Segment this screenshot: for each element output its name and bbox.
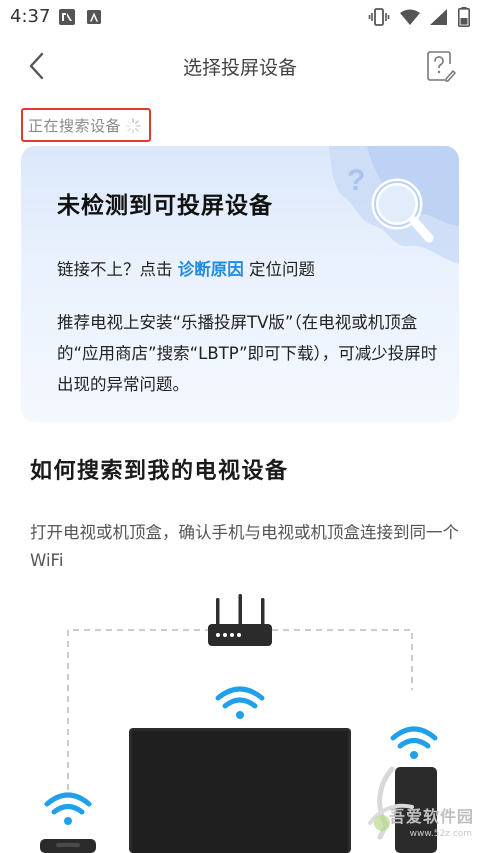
no-device-title: 未检测到可投屏设备 (57, 193, 273, 219)
watermark: 吾爱软件园 www.52z.com (356, 763, 476, 847)
notification-icon (87, 10, 101, 24)
recommendation-text: 推荐电视上安装“乐播投屏TV版”（在电视或机顶盒的“应用商店”搜索“LBTP”即… (57, 313, 438, 394)
no-device-card: ? 未检测到可投屏设备 链接不上？点击 诊断原因 定位问题 推荐电视上安装“乐播… (21, 146, 459, 422)
help-icon (427, 51, 456, 82)
watermark-text: 吾爱软件园 (388, 807, 474, 826)
tv-wifi-icon (215, 686, 265, 719)
searching-label: 正在搜索设备 (28, 116, 122, 135)
phone-icon (40, 839, 96, 853)
search-illustration-icon: ? (329, 146, 459, 264)
router-icon (208, 594, 272, 646)
diagnose-link[interactable]: 诊断原因 (178, 260, 244, 279)
status-icons-left (58, 8, 102, 26)
signal-icon (430, 9, 447, 25)
watermark-site: www.52z.com (409, 829, 472, 839)
page-title: 选择投屏设备 (182, 57, 297, 79)
spinner-icon (125, 117, 141, 134)
nav-bar: 选择投屏设备 (0, 34, 480, 100)
status-time: 4:37 (10, 6, 51, 27)
svg-text:?: ? (347, 164, 365, 197)
how-to-title: 如何搜索到我的电视设备 (30, 459, 289, 484)
status-bar: 4:37 (0, 0, 480, 34)
photo-icon (59, 9, 75, 25)
diagnose-prefix: 链接不上？点击 (57, 260, 178, 279)
diagnose-line: 链接不上？点击 诊断原因 定位问题 (57, 256, 315, 280)
status-icons-right (368, 7, 470, 27)
wifi-icon (400, 9, 420, 25)
vibrate-icon (368, 8, 390, 26)
how-to-description: 打开电视或机顶盒，确认手机与电视或机顶盒连接到同一个WiFi (30, 523, 459, 570)
diagnose-suffix: 定位问题 (243, 260, 315, 279)
searching-status: 正在搜索设备 (21, 108, 151, 142)
phone-wifi-icon (44, 792, 92, 825)
battery-icon (458, 7, 470, 27)
help-button[interactable] (426, 50, 456, 82)
tv-icon (129, 728, 351, 853)
settop-wifi-icon (390, 726, 438, 759)
